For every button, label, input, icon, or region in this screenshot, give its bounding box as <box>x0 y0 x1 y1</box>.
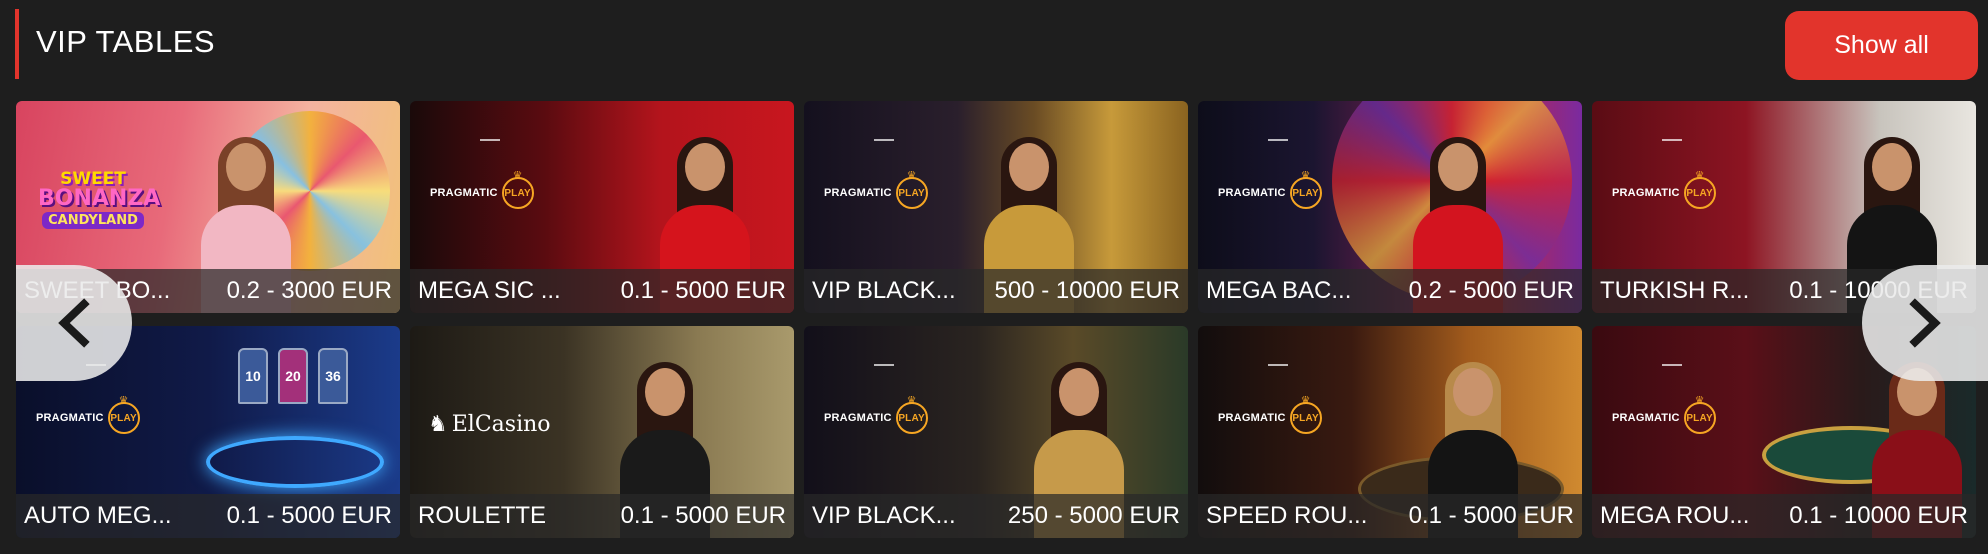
dash-mark <box>1268 364 1288 366</box>
game-name: MEGA BAC... <box>1206 277 1352 304</box>
bet-limits: 0.1 - 10000 EUR <box>1789 502 1968 529</box>
pragmatic-play-logo: PRAGMATIC ♛ PLAY <box>1218 395 1322 434</box>
tile-caption: MEGA SIC ... 0.1 - 5000 EUR <box>410 269 794 313</box>
carousel-next-button[interactable] <box>1862 265 1988 381</box>
pragmatic-play-logo: PRAGMATIC ♛ PLAY <box>36 395 140 434</box>
game-name: SPEED ROU... <box>1206 502 1368 529</box>
game-tile-roulette[interactable]: ♞ ElCasino ROULETTE 0.1 - 5000 EUR <box>410 326 794 538</box>
pragmatic-play-logo: PRAGMATIC ♛ PLAY <box>1218 170 1322 209</box>
game-tile-speed-roulette[interactable]: PRAGMATIC ♛ PLAY SPEED ROU... 0.1 - 5000 … <box>1198 326 1582 538</box>
dash-mark <box>1268 139 1288 141</box>
vip-tables-section: VIP TABLES Show all SWEET BONANZA CANDYL… <box>0 0 1988 554</box>
dash-mark <box>1662 364 1682 366</box>
tile-caption: AUTO MEG... 0.1 - 5000 EUR <box>16 494 400 538</box>
pragmatic-play-logo: PRAGMATIC ♛ PLAY <box>1612 170 1716 209</box>
pragmatic-play-logo: PRAGMATIC ♛ PLAY <box>824 395 928 434</box>
section-title: VIP TABLES <box>36 24 216 59</box>
dash-mark <box>1662 139 1682 141</box>
game-tile-mega-sic[interactable]: PRAGMATIC ♛ PLAY MEGA SIC ... 0.1 - 5000 … <box>410 101 794 313</box>
chevron-right-icon <box>1909 298 1941 348</box>
bet-limits: 250 - 5000 EUR <box>1007 502 1180 529</box>
tile-caption: MEGA BAC... 0.2 - 5000 EUR <box>1198 269 1582 313</box>
multiplier-chip: 36 <box>318 348 348 404</box>
pragmatic-play-logo: PRAGMATIC ♛ PLAY <box>430 170 534 209</box>
elcasino-logo: ♞ ElCasino <box>428 412 551 437</box>
section-header: VIP TABLES Show all <box>0 0 1988 90</box>
tile-caption: SPEED ROU... 0.1 - 5000 EUR <box>1198 494 1582 538</box>
chevron-left-icon <box>58 298 90 348</box>
multiplier-chip: 20 <box>278 348 308 404</box>
tile-caption: VIP BLACK... 500 - 10000 EUR <box>804 269 1188 313</box>
sweet-bonanza-logo: SWEET BONANZA CANDYLAND <box>38 169 161 229</box>
bet-limits: 500 - 10000 EUR <box>994 277 1180 304</box>
pragmatic-play-logo: PRAGMATIC ♛ PLAY <box>824 170 928 209</box>
game-tile-vip-black-2[interactable]: PRAGMATIC ♛ PLAY VIP BLACK... 250 - 5000 … <box>804 326 1188 538</box>
dash-mark <box>874 139 894 141</box>
game-grid: SWEET BONANZA CANDYLAND SWEET BO... 0.2 … <box>16 101 1988 541</box>
game-tile-vip-black-1[interactable]: PRAGMATIC ♛ PLAY VIP BLACK... 500 - 10000… <box>804 101 1188 313</box>
show-all-button[interactable]: Show all <box>1785 11 1978 80</box>
game-tile-mega-baccarat[interactable]: PRAGMATIC ♛ PLAY MEGA BAC... 0.2 - 5000 E… <box>1198 101 1582 313</box>
game-name: ROULETTE <box>418 502 547 529</box>
game-name: TURKISH R... <box>1600 277 1750 304</box>
dash-mark <box>480 139 500 141</box>
game-name: VIP BLACK... <box>812 502 956 529</box>
game-name: AUTO MEG... <box>24 502 172 529</box>
bet-limits: 0.1 - 5000 EUR <box>620 502 786 529</box>
pragmatic-play-logo: PRAGMATIC ♛ PLAY <box>1612 395 1716 434</box>
accent-bar <box>15 9 19 79</box>
carousel-prev-button[interactable] <box>16 265 132 381</box>
roulette-wheel-graphic <box>206 436 384 488</box>
game-name: VIP BLACK... <box>812 277 956 304</box>
bet-limits: 0.1 - 5000 EUR <box>226 502 392 529</box>
bet-limits: 0.2 - 3000 EUR <box>226 277 392 304</box>
game-name: MEGA ROU... <box>1600 502 1750 529</box>
game-name: MEGA SIC ... <box>418 277 561 304</box>
multiplier-chip: 10 <box>238 348 268 404</box>
bet-limits: 0.1 - 5000 EUR <box>620 277 786 304</box>
bet-limits: 0.1 - 5000 EUR <box>1408 502 1574 529</box>
tile-caption: MEGA ROU... 0.1 - 10000 EUR <box>1592 494 1976 538</box>
tile-caption: ROULETTE 0.1 - 5000 EUR <box>410 494 794 538</box>
bet-limits: 0.2 - 5000 EUR <box>1408 277 1574 304</box>
tile-caption: VIP BLACK... 250 - 5000 EUR <box>804 494 1188 538</box>
dash-mark <box>874 364 894 366</box>
